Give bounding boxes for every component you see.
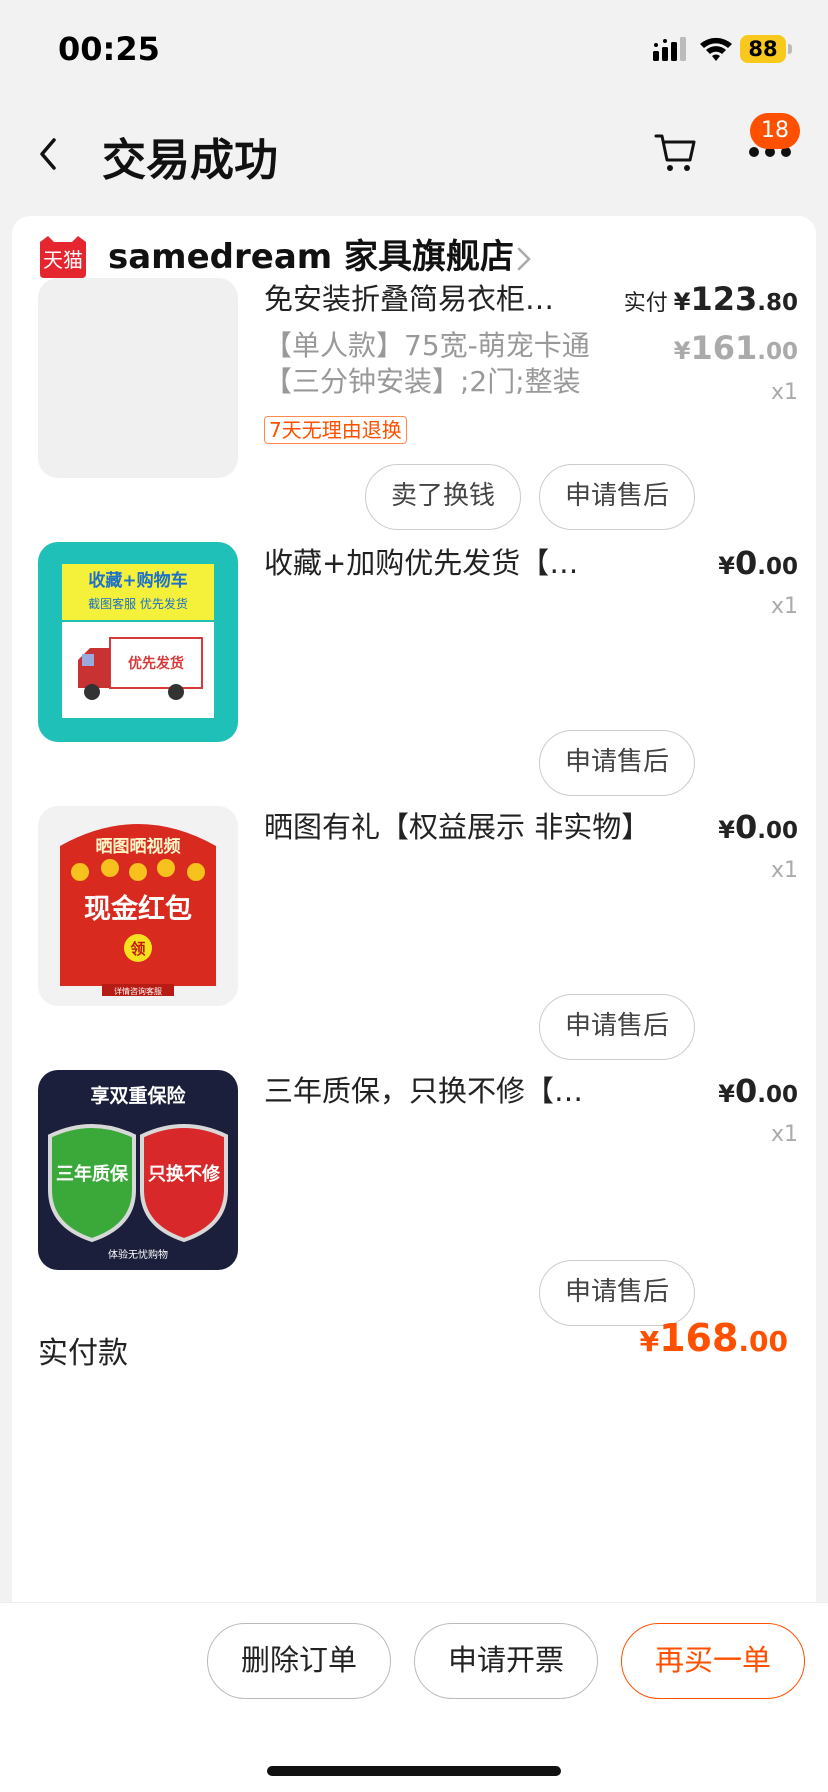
sell-button[interactable]: 卖了换钱	[365, 464, 521, 530]
message-count-badge: 18	[750, 113, 800, 149]
page-title: 交易成功	[102, 135, 278, 186]
order-item[interactable]: 收藏+购物车 截图客服 优先发货 优先发货 收藏+加购优先发货【权益… ¥0.0…	[38, 542, 798, 742]
price-block: ¥0.00 x1	[718, 1070, 798, 1152]
item-title[interactable]: 收藏+加购优先发货【权益…	[264, 542, 604, 584]
svg-text:体验无忧购物: 体验无忧购物	[108, 1248, 168, 1261]
priority-shipping-thumbnail[interactable]: 收藏+购物车 截图客服 优先发货 优先发货	[38, 542, 238, 742]
svg-text:享双重保险: 享双重保险	[90, 1084, 186, 1107]
item-title[interactable]: 三年质保，只换不修【权益…	[264, 1070, 604, 1112]
product-thumbnail[interactable]	[38, 278, 238, 478]
price-block: ¥0.00 x1	[718, 542, 798, 624]
red-envelope-thumbnail[interactable]: 晒图晒视频 现金红包 领 详情咨询客服	[38, 806, 238, 1006]
shop-name[interactable]: samedream 家具旗舰店	[108, 236, 514, 278]
order-item[interactable]: 免安装折叠简易衣柜… 【单人款】75宽-萌宠卡通 【三分钟安装】;2门;整装 7…	[38, 278, 798, 478]
paid-price: 0	[734, 544, 758, 582]
paid-label: 实付	[623, 291, 668, 316]
delete-order-button[interactable]: 删除订单	[207, 1623, 391, 1699]
battery-indicator: 88	[740, 35, 792, 63]
item-title[interactable]: 晒图有礼【权益展示 非实物】	[264, 806, 664, 848]
home-indicator	[267, 1766, 561, 1776]
item-quantity: x1	[770, 1122, 798, 1147]
order-item[interactable]: 晒图晒视频 现金红包 领 详情咨询客服 晒图有礼【权益展示 非实物】 ¥0.00…	[38, 806, 798, 1006]
cart-icon[interactable]	[652, 128, 700, 176]
paid-price: 123	[690, 280, 758, 318]
svg-text:晒图晒视频: 晒图晒视频	[96, 836, 181, 857]
item-sku: 【单人款】75宽-萌宠卡通 【三分钟安装】;2门;整装	[264, 329, 590, 398]
status-bar: 00:25 88	[0, 0, 828, 100]
return-policy-tag: 7天无理由退换	[264, 416, 407, 444]
total-paid-label: 实付款	[38, 1336, 128, 1371]
item-quantity: x1	[770, 380, 798, 405]
back-chevron-icon[interactable]	[34, 134, 64, 174]
svg-text:优先发货: 优先发货	[128, 655, 184, 672]
order-item[interactable]: 享双重保险 三年质保 只换不修 体验无忧购物 三年质保，只换不修【权益… ¥0.…	[38, 1070, 798, 1270]
warranty-thumbnail[interactable]: 享双重保险 三年质保 只换不修 体验无忧购物	[38, 1070, 238, 1270]
price-block: ¥0.00 x1	[718, 806, 798, 888]
svg-text:详情咨询客服: 详情咨询客服	[114, 986, 162, 996]
wifi-icon	[700, 37, 732, 61]
buy-again-button[interactable]: 再买一单	[621, 1623, 805, 1699]
item-quantity: x1	[770, 858, 798, 883]
total-paid-amount: ¥168.00	[639, 1316, 788, 1360]
battery-level: 88	[748, 37, 778, 61]
price-block: 实付 ¥123.80 ¥161.00 x1	[624, 278, 798, 410]
original-price: ¥161.00	[673, 329, 798, 367]
svg-text:现金红包: 现金红包	[84, 893, 192, 925]
chevron-right-icon	[517, 247, 531, 271]
svg-text:只换不修: 只换不修	[148, 1163, 221, 1185]
bottom-action-bar: 删除订单 申请开票 再买一单	[0, 1602, 828, 1792]
after-sales-button[interactable]: 申请售后	[539, 464, 695, 530]
paid-price: 0	[734, 1072, 758, 1110]
item-quantity: x1	[770, 594, 798, 619]
svg-text:截图客服 优先发货: 截图客服 优先发货	[88, 596, 188, 611]
status-time: 00:25	[58, 30, 160, 68]
svg-text:三年质保: 三年质保	[56, 1163, 129, 1185]
svg-text:收藏+购物车: 收藏+购物车	[88, 570, 187, 591]
paid-price: 0	[734, 808, 758, 846]
shop-header[interactable]: 天猫 samedream 家具旗舰店	[38, 236, 798, 284]
svg-text:领: 领	[129, 940, 145, 958]
request-invoice-button[interactable]: 申请开票	[414, 1623, 598, 1699]
tmall-logo-icon: 天猫	[40, 236, 86, 278]
after-sales-button[interactable]: 申请售后	[539, 994, 695, 1060]
after-sales-button[interactable]: 申请售后	[539, 730, 695, 796]
svg-text:天猫: 天猫	[43, 248, 83, 272]
cellular-signal-icon	[653, 37, 686, 61]
nav-bar: 交易成功 18	[0, 100, 828, 210]
order-card: 天猫 samedream 家具旗舰店 免安装折叠简易衣柜… 【单人款】75宽-萌…	[12, 216, 816, 1606]
item-title[interactable]: 免安装折叠简易衣柜…	[264, 278, 604, 320]
